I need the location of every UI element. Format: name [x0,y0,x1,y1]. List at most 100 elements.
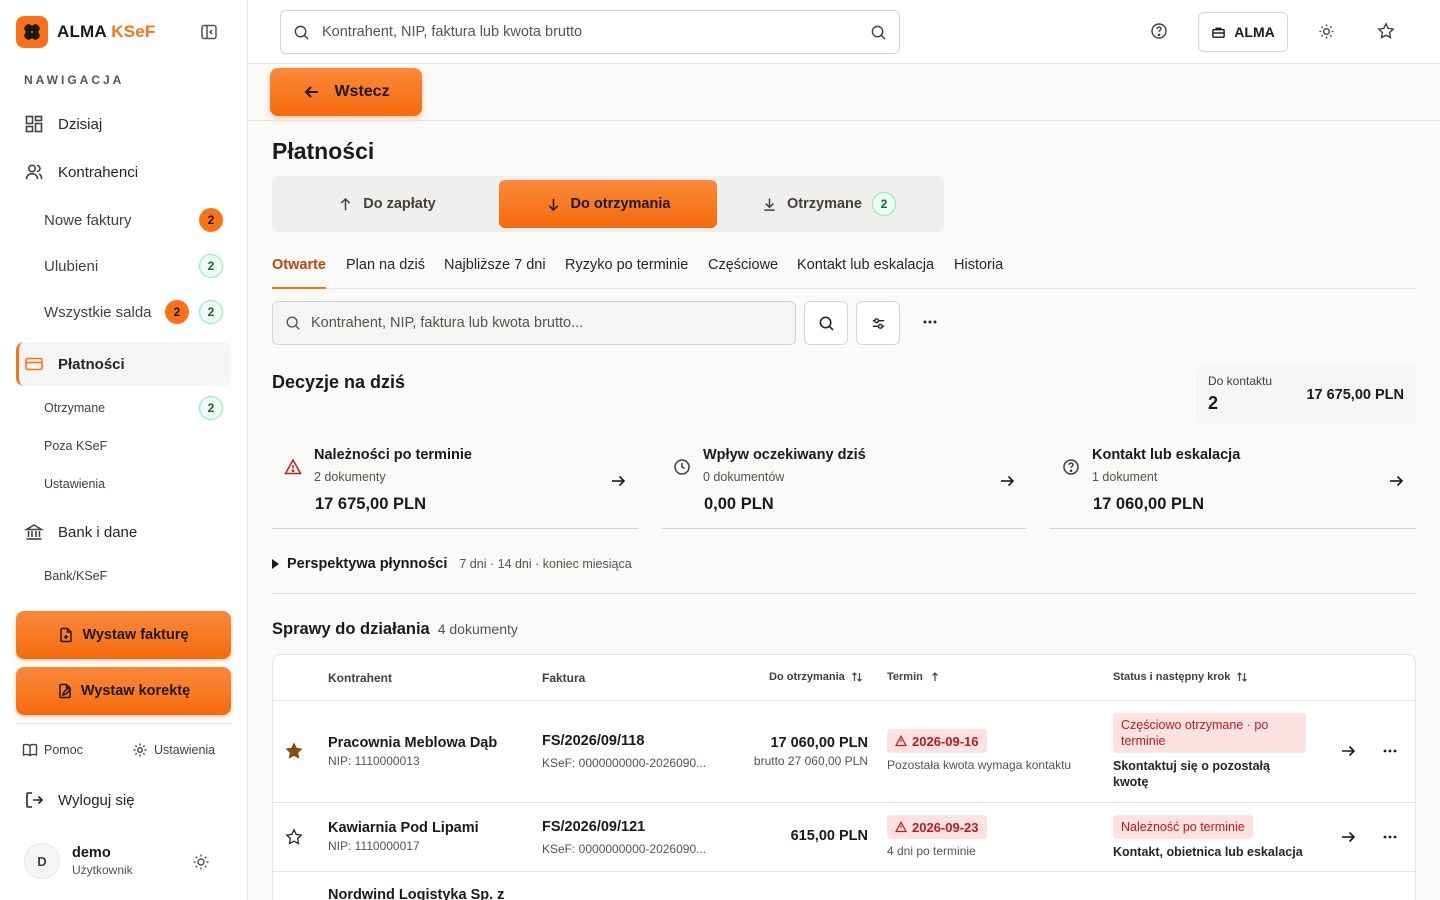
sidebar-divider [16,723,231,724]
arrow-right-icon[interactable] [1340,829,1356,845]
sidebar-item-label: Otrzymane [44,401,106,415]
star-icon[interactable] [1377,22,1395,40]
count-badge: 2 [165,300,189,324]
card-title: Wpływ oczekiwany dziś [703,447,866,463]
sort-icon [1237,672,1248,682]
issue-correction-button[interactable]: Wystaw korektę [16,667,231,715]
table-row[interactable]: Pracownia Meblowa Dąb NIP: 1110000013 FS… [273,701,1415,803]
search-icon [286,316,300,330]
column-header-contractor[interactable]: Kontrahent [328,671,392,685]
briefcase-icon [1212,27,1226,38]
sidebar-item-all-balances[interactable]: Wszystkie salda 22 [44,297,231,327]
count-badge: 2 [199,396,223,420]
sidebar-item-outside-ksef[interactable]: Poza KSeF [44,431,231,461]
decision-card-expected-today[interactable]: Wpływ oczekiwany dziś 0 dokumentów 0,00 … [661,440,1027,529]
help-link[interactable]: Pomoc [22,742,83,758]
cases-count: 4 dokumenty [437,621,518,637]
collapse-sidebar-icon[interactable] [200,23,218,41]
arrow-right-icon [1390,475,1404,487]
filters-button[interactable] [856,301,900,345]
column-header-status[interactable]: Status i następny krok [1113,671,1248,683]
tab-partial[interactable]: Częściowe [708,257,778,289]
contact-label: Do kontaktu [1208,374,1273,388]
tab-plan-today[interactable]: Plan na dziś [346,257,425,289]
decisions-title: Decyzje na dziś [272,372,406,392]
segment-label: Do otrzymania [570,196,671,212]
organization-label: ALMA [1234,24,1275,40]
cases-title: Sprawy do działania [272,620,430,638]
sidebar-item-label: Dzisiaj [58,115,103,133]
segment-to-pay[interactable]: Do zapłaty [276,180,498,228]
cases-table: Kontrahent Faktura Do otrzymania Termin … [272,654,1416,900]
column-label: Termin [887,671,923,683]
users-icon [25,164,43,180]
more-horizontal-icon[interactable] [920,312,940,332]
count-badge: 2 [199,208,223,232]
sidebar-item-payments[interactable]: Płatności [16,342,231,386]
sidebar-item-label: Wszystkie salda [44,303,152,321]
filter-search-input[interactable]: Kontrahent, NIP, faktura lub kwota brutt… [272,301,796,345]
card-subtitle: 1 dokument [1092,470,1158,484]
sidebar-item-contractors[interactable]: Kontrahenci [16,150,231,194]
column-header-amount[interactable]: Do otrzymania [769,671,863,683]
more-horizontal-icon[interactable] [1381,828,1399,846]
sidebar-item-received[interactable]: Otrzymane 2 [44,393,231,423]
help-circle-icon[interactable] [1150,22,1168,40]
sidebar-item-bank-ksef[interactable]: Bank/KSeF [44,561,231,591]
card-subtitle: 0 dokumentów [703,470,785,484]
decision-card-overdue[interactable]: Należności po terminie 2 dokumenty 17 67… [272,440,638,529]
direction-segmented-control: Do zapłaty Do otrzymania Otrzymane 2 [272,176,944,232]
table-row[interactable]: Nordwind Logistyka Sp. z [273,872,1415,900]
global-search-input[interactable]: Kontrahent, NIP, faktura lub kwota brutt… [280,10,900,54]
arrow-left-icon [305,86,319,98]
tab-contact-escalation[interactable]: Kontakt lub eskalacja [797,257,934,289]
tab-open[interactable]: Otwarte [272,257,326,289]
contact-summary[interactable]: Do kontaktu 2 17 675,00 PLN [1196,365,1416,425]
card-title: Kontakt lub eskalacja [1092,447,1241,463]
search-icon[interactable] [870,24,887,41]
perspective-title: Perspektywa płynności [287,556,448,572]
table-row[interactable]: Kawiarnia Pod Lipami NIP: 1110000017 FS/… [273,803,1415,872]
sidebar-item-new-invoices[interactable]: Nowe faktury 2 [44,205,231,235]
decision-card-contact-escalation[interactable]: Kontakt lub eskalacja 1 dokument 17 060,… [1050,440,1416,529]
star-filled-icon[interactable] [285,742,303,760]
arrow-right-icon[interactable] [1340,743,1356,759]
warning-triangle-icon [284,458,302,475]
warning-triangle-icon [895,735,907,747]
sidebar-item-today[interactable]: Dzisiaj [16,102,231,146]
tab-history[interactable]: Historia [954,257,1003,289]
book-icon [22,743,38,757]
segment-to-receive[interactable]: Do otrzymania [499,180,717,228]
clover-logo-icon [16,16,48,48]
due-date: 2026-09-23 [912,819,979,835]
more-horizontal-icon[interactable] [1381,742,1399,760]
contractor-name: Kawiarnia Pod Lipami [328,820,479,836]
organization-button[interactable]: ALMA [1198,12,1288,52]
brand[interactable]: ALMA KSeF [16,16,155,48]
search-button[interactable] [804,301,848,345]
issue-invoice-button[interactable]: Wystaw fakturę [16,611,231,659]
card-subtitle: 2 dokumenty [314,470,386,484]
column-label: Status i następny krok [1113,671,1231,683]
gross-amount: brutto 27 060,00 PLN [753,754,868,768]
star-outline-icon[interactable] [285,828,303,846]
settings-link[interactable]: Ustawienia [132,742,215,758]
sun-icon[interactable] [192,853,210,871]
sidebar-item-label: Płatności [58,355,125,373]
logout-link[interactable]: Wyloguj się [24,790,135,810]
column-header-due-date[interactable]: Termin [887,671,941,683]
column-header-invoice[interactable]: Faktura [542,671,585,685]
sidebar-item-favorites[interactable]: Ulubieni 2 [44,251,231,281]
tab-next-7-days[interactable]: Najbliższe 7 dni [444,257,546,289]
sidebar-item-payment-settings[interactable]: Ustawienia [44,469,231,499]
sun-icon[interactable] [1318,23,1335,40]
user-profile[interactable]: D demo Użytkownik [24,843,133,879]
download-icon [764,197,775,211]
sidebar-item-bank-data[interactable]: Bank i dane [16,510,231,554]
liquidity-perspective-toggle[interactable]: Perspektywa płynności 7 dni · 14 dni · k… [272,556,632,572]
ksef-number: KSeF: 0000000000-2026090... [542,842,707,856]
back-button[interactable]: Wstecz [270,68,422,116]
tab-overdue-risk[interactable]: Ryzyko po terminie [565,257,688,289]
segment-received[interactable]: Otrzymane 2 [718,180,940,228]
sidebar-item-label: Ustawienia [44,477,106,491]
